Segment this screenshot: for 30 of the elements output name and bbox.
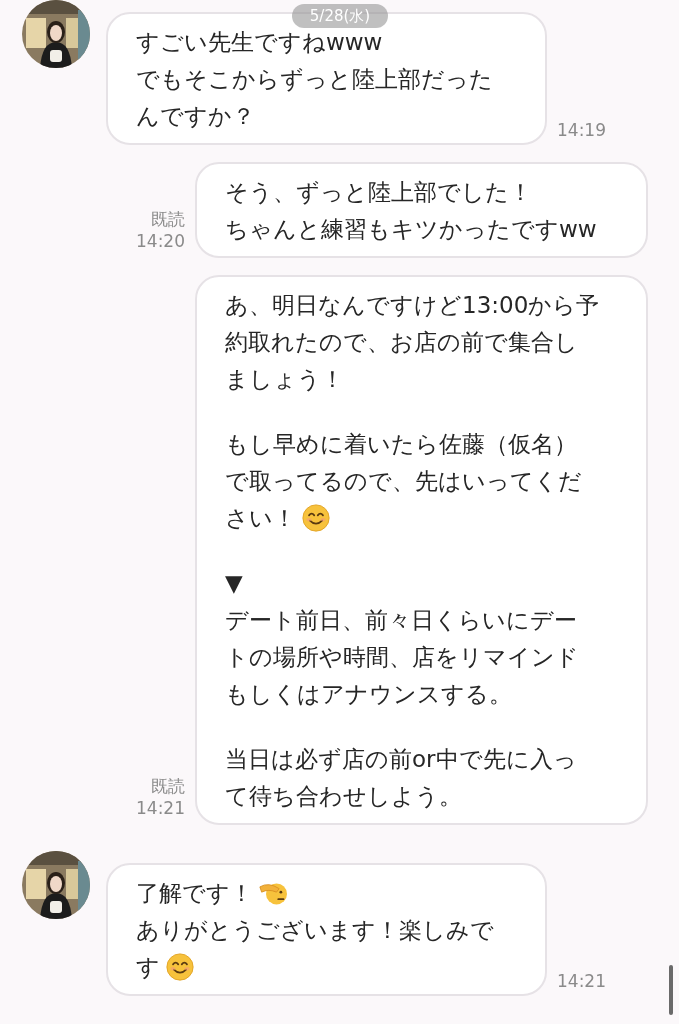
message-text: 当日は必ず店の前or中で先に入っ [225, 745, 577, 772]
read-receipt: 既読 [151, 208, 185, 230]
message-text: もしくはアナウンスする。 [225, 680, 512, 707]
message-text: ましょう！ [225, 365, 344, 392]
message-text: そう、ずっと陸上部でした！ [225, 178, 532, 205]
smiling-face-icon [302, 503, 330, 532]
message-text: 了解です！ [136, 879, 253, 906]
message-text: んですか？ [136, 102, 255, 129]
message-text: でもそこからずっと陸上部だった [136, 65, 493, 92]
message-time: 14:20 [136, 230, 185, 252]
message-text: あ、明日なんですけど13:00から予 [225, 291, 600, 318]
message-text: ▼ [225, 569, 243, 596]
message-text: さい！ [225, 504, 296, 531]
message-text: デート前日、前々日くらいにデー [225, 606, 577, 633]
message-text: すごい先生ですねwww [136, 28, 383, 55]
date-badge: 5/28(水) [292, 4, 388, 28]
message-text: トの場所や時間、店をリマインド [225, 643, 579, 670]
message-time: 14:21 [136, 797, 185, 819]
message-time: 14:19 [557, 119, 606, 141]
message-text: もし早めに着いたら佐藤（仮名） [225, 430, 577, 457]
scrollbar[interactable] [669, 965, 673, 1015]
message-text: 約取れたので、お店の前で集合し [225, 328, 578, 355]
message-text: ちゃんと練習もキツかったですww [225, 215, 597, 242]
message-time: 14:21 [557, 970, 606, 992]
message-text: で取ってるので、先はいってくだ [225, 467, 582, 494]
read-receipt: 既読 [151, 775, 185, 797]
message-text: て待ち合わせしよう。 [225, 782, 462, 809]
smiling-face-icon [166, 952, 194, 981]
message-text: ありがとうございます！楽しみで [136, 916, 494, 943]
message-text: す [136, 953, 160, 980]
